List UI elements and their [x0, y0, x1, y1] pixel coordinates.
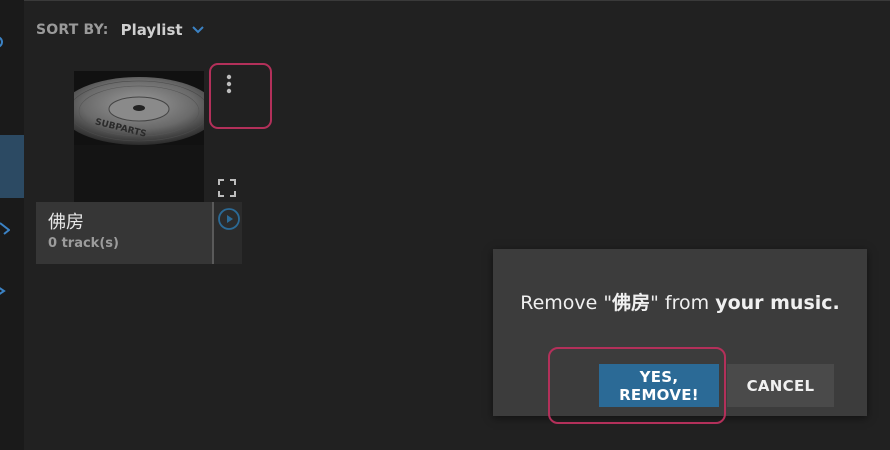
- playlist-play-area[interactable]: [212, 202, 242, 264]
- message-bold: your music.: [715, 292, 840, 314]
- top-divider: [24, 0, 890, 1]
- message-prefix: Remove ": [520, 292, 613, 314]
- sort-value[interactable]: Playlist: [121, 21, 183, 39]
- playlist-tile-info[interactable]: 佛房 0 track(s): [36, 202, 212, 264]
- sort-label: SORT BY:: [36, 22, 109, 38]
- confirm-button-highlight: [548, 347, 726, 424]
- dialog-message: Remove "佛房" from your music.: [493, 288, 867, 315]
- nav-item-playlists-active[interactable]: [0, 135, 24, 198]
- left-nav: [0, 0, 24, 450]
- message-playlist-name: 佛房: [612, 292, 651, 314]
- nav-partial-icon-3[interactable]: [0, 283, 10, 299]
- vinyl-record-image: SUBPARTS: [74, 71, 204, 203]
- playlist-artwork[interactable]: SUBPARTS: [74, 71, 204, 203]
- nav-partial-icon-2[interactable]: [0, 220, 10, 236]
- message-mid: " from: [650, 292, 716, 314]
- play-icon[interactable]: [217, 207, 241, 231]
- nav-partial-icon-1[interactable]: [0, 34, 10, 50]
- more-options-highlight: [209, 63, 272, 129]
- cancel-button[interactable]: CANCEL: [727, 364, 834, 407]
- sort-control[interactable]: SORT BY: Playlist: [36, 18, 205, 42]
- expand-icon[interactable]: [218, 179, 236, 197]
- playlist-title: 佛房: [48, 212, 84, 233]
- app-window: SORT BY: Playlist SUBPARTS 佛房 0 track(s)…: [0, 0, 890, 450]
- playlist-track-count: 0 track(s): [48, 236, 119, 251]
- more-vertical-icon[interactable]: [220, 72, 238, 96]
- chevron-down-icon[interactable]: [191, 25, 205, 35]
